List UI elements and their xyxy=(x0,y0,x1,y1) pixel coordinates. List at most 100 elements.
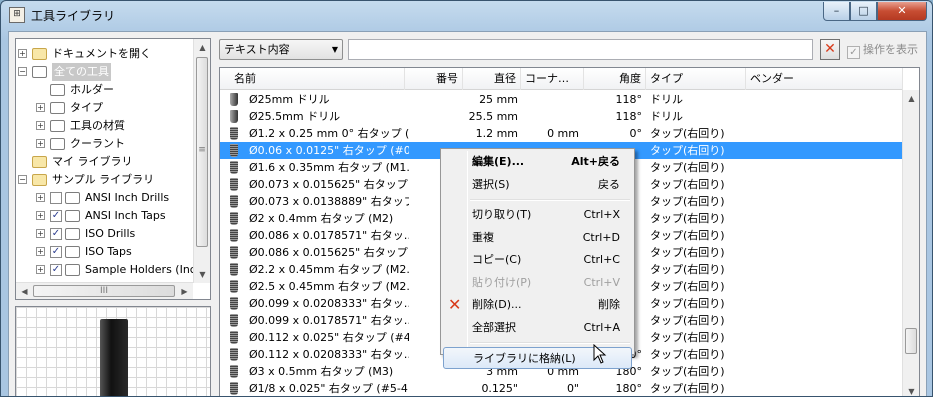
title-bar: ⊞ 工具ライブラリ – □ ✕ xyxy=(1,1,932,30)
folder-icon xyxy=(32,48,47,60)
cell-corner xyxy=(521,108,579,125)
scroll-up-icon[interactable]: ▲ xyxy=(194,39,210,56)
tap-icon xyxy=(230,382,238,395)
scroll-left-icon[interactable]: ◀ xyxy=(16,283,33,299)
library-icon xyxy=(65,192,80,204)
tree-item-label: サンプル ライブラリ xyxy=(52,173,155,186)
menu-item[interactable]: ✕ 削除(D)... 削除 xyxy=(443,294,632,316)
tap-icon xyxy=(230,178,238,191)
expand-icon[interactable]: + xyxy=(36,193,45,202)
menu-item[interactable]: 貼り付け(P) Ctrl+V xyxy=(443,272,632,294)
cell-type: タップ(右回り) xyxy=(650,178,725,191)
table-row[interactable]: Ø25mm ドリル 25 mm 118° ドリル xyxy=(220,91,903,108)
menu-item-label: ライブラリに格納(L) xyxy=(473,352,576,365)
menu-item[interactable]: 重複 Ctrl+D xyxy=(443,227,632,249)
scroll-thumb[interactable]: ≡ xyxy=(196,57,208,247)
table-row[interactable]: Ø1/8 x 0.025" 右タップ (#5-4… 0.125" 0" 180° タップ… xyxy=(220,380,903,396)
expand-icon[interactable]: + xyxy=(36,121,45,130)
column-header[interactable]: ベンダー xyxy=(746,68,903,90)
menu-item-label: 重複 xyxy=(472,230,494,244)
menu-item[interactable]: 選択(S) 戻る xyxy=(443,174,632,196)
checkbox-icon[interactable] xyxy=(50,192,62,204)
cell-dia: 25 mm xyxy=(479,93,518,106)
scroll-down-icon[interactable]: ▼ xyxy=(903,383,919,396)
checkbox-icon[interactable]: ✓ xyxy=(50,228,62,240)
search-input[interactable] xyxy=(348,39,813,60)
scroll-right-icon[interactable]: ▶ xyxy=(176,283,193,299)
menu-item-label: コピー(C) xyxy=(472,253,522,266)
menu-item-shortcut: Ctrl+V xyxy=(583,275,620,289)
checkbox-icon[interactable]: ✓ xyxy=(50,210,62,222)
cell-type: タップ(右回り) xyxy=(650,212,725,225)
library-icon xyxy=(32,66,47,78)
cell-name: Ø0.073 x 0.015625" 右タップ… xyxy=(249,178,409,191)
scroll-thumb[interactable]: III xyxy=(33,285,175,297)
cell-corner xyxy=(521,91,579,108)
menu-item-shortcut: Ctrl+D xyxy=(582,230,620,244)
table-row[interactable]: Ø1.2 x 0.25 mm 0° 右タップ (… 1.2 mm 0 mm 0° タップ… xyxy=(220,125,903,142)
tree-vscrollbar[interactable]: ▲ ≡ ▼ xyxy=(193,39,210,283)
library-tree[interactable]: + ドキュメントを開く − 全ての工具 ホルダー + タイプ + 工具の材質 + クーラント マイ ラ… xyxy=(15,38,211,300)
tap-icon xyxy=(230,365,238,378)
menu-item-shortcut: 削除 xyxy=(598,298,620,311)
clear-filter-button[interactable]: ✕ xyxy=(820,39,840,60)
collapse-icon[interactable]: − xyxy=(18,67,27,76)
tap-icon xyxy=(230,314,238,327)
cell-type: タップ(右回り) xyxy=(650,297,725,310)
tree-item-label: タイプ xyxy=(70,101,103,114)
menu-item[interactable]: 全部選択 Ctrl+A xyxy=(443,317,632,339)
library-icon xyxy=(65,246,80,258)
column-header[interactable]: 直径 xyxy=(463,68,521,90)
checkbox-icon[interactable]: ✓ xyxy=(50,264,62,276)
window-title: 工具ライブラリ xyxy=(31,9,116,23)
menu-item-label: 切り取り(T) xyxy=(472,208,532,221)
menu-separator xyxy=(470,199,630,201)
cell-num xyxy=(405,108,460,125)
cell-name: Ø0.086 x 0.0178571" 右タッ… xyxy=(249,229,409,242)
column-header[interactable]: コーナ… xyxy=(521,68,584,90)
expand-icon[interactable]: + xyxy=(36,103,45,112)
tree-item-label: クーラント xyxy=(70,137,125,150)
table-row[interactable]: Ø25.5mm ドリル 25.5 mm 118° ドリル xyxy=(220,108,903,125)
delete-icon: ✕ xyxy=(448,295,462,314)
cell-type: ドリル xyxy=(650,110,683,123)
collapse-icon[interactable]: − xyxy=(18,175,27,184)
menu-item-label: 貼り付け(P) xyxy=(472,275,532,289)
column-header[interactable]: 番号 xyxy=(405,68,463,90)
scroll-up-icon[interactable]: ▲ xyxy=(903,90,919,107)
cell-name: Ø2.5 x 0.45mm 右タップ (M2.5) xyxy=(249,280,409,293)
expand-icon[interactable]: + xyxy=(18,49,27,58)
cell-type: タップ(右回り) xyxy=(650,331,725,344)
library-icon xyxy=(50,120,65,132)
cell-name: Ø3 x 0.5mm 右タップ (M3) xyxy=(249,365,394,378)
column-header[interactable]: タイプ xyxy=(646,68,746,90)
tree-hscrollbar[interactable]: ◀ III ▶ xyxy=(16,282,193,299)
column-header[interactable]: 名前 xyxy=(220,68,405,90)
menu-item[interactable]: 編集(E)... Alt+戻る xyxy=(443,151,632,173)
close-button[interactable]: ✕ xyxy=(877,2,927,21)
expand-icon[interactable]: + xyxy=(36,139,45,148)
filter-dropdown[interactable]: テキスト内容 ▼ xyxy=(219,39,343,60)
drill-icon xyxy=(230,93,238,106)
expand-icon[interactable]: + xyxy=(36,247,45,256)
minimize-button[interactable]: – xyxy=(823,2,850,21)
filter-dropdown-value: テキスト内容 xyxy=(224,43,290,56)
app-icon: ⊞ xyxy=(9,7,25,23)
cell-name: Ø25mm ドリル xyxy=(249,93,330,106)
cell-name: Ø1.2 x 0.25 mm 0° 右タップ (… xyxy=(249,127,409,140)
maximize-button[interactable]: □ xyxy=(850,2,877,21)
show-operations-checkbox[interactable]: ✓ 操作を表示 xyxy=(847,41,918,59)
scroll-thumb[interactable] xyxy=(905,328,917,354)
expand-icon[interactable]: + xyxy=(36,211,45,220)
checkbox-icon[interactable]: ✓ xyxy=(50,246,62,258)
cell-angle: 0° xyxy=(629,127,643,140)
tree-item-label: マイ ライブラリ xyxy=(52,155,133,168)
library-icon xyxy=(50,84,65,96)
expand-icon[interactable]: + xyxy=(36,265,45,274)
list-scrollbar[interactable]: ▲ ▼ xyxy=(902,90,919,396)
column-header[interactable]: 角度 xyxy=(584,68,646,90)
expand-icon[interactable]: + xyxy=(36,229,45,238)
menu-item[interactable]: コピー(C) Ctrl+C xyxy=(443,249,632,271)
menu-item[interactable]: 切り取り(T) Ctrl+X xyxy=(443,204,632,226)
scroll-down-icon[interactable]: ▼ xyxy=(194,266,210,283)
